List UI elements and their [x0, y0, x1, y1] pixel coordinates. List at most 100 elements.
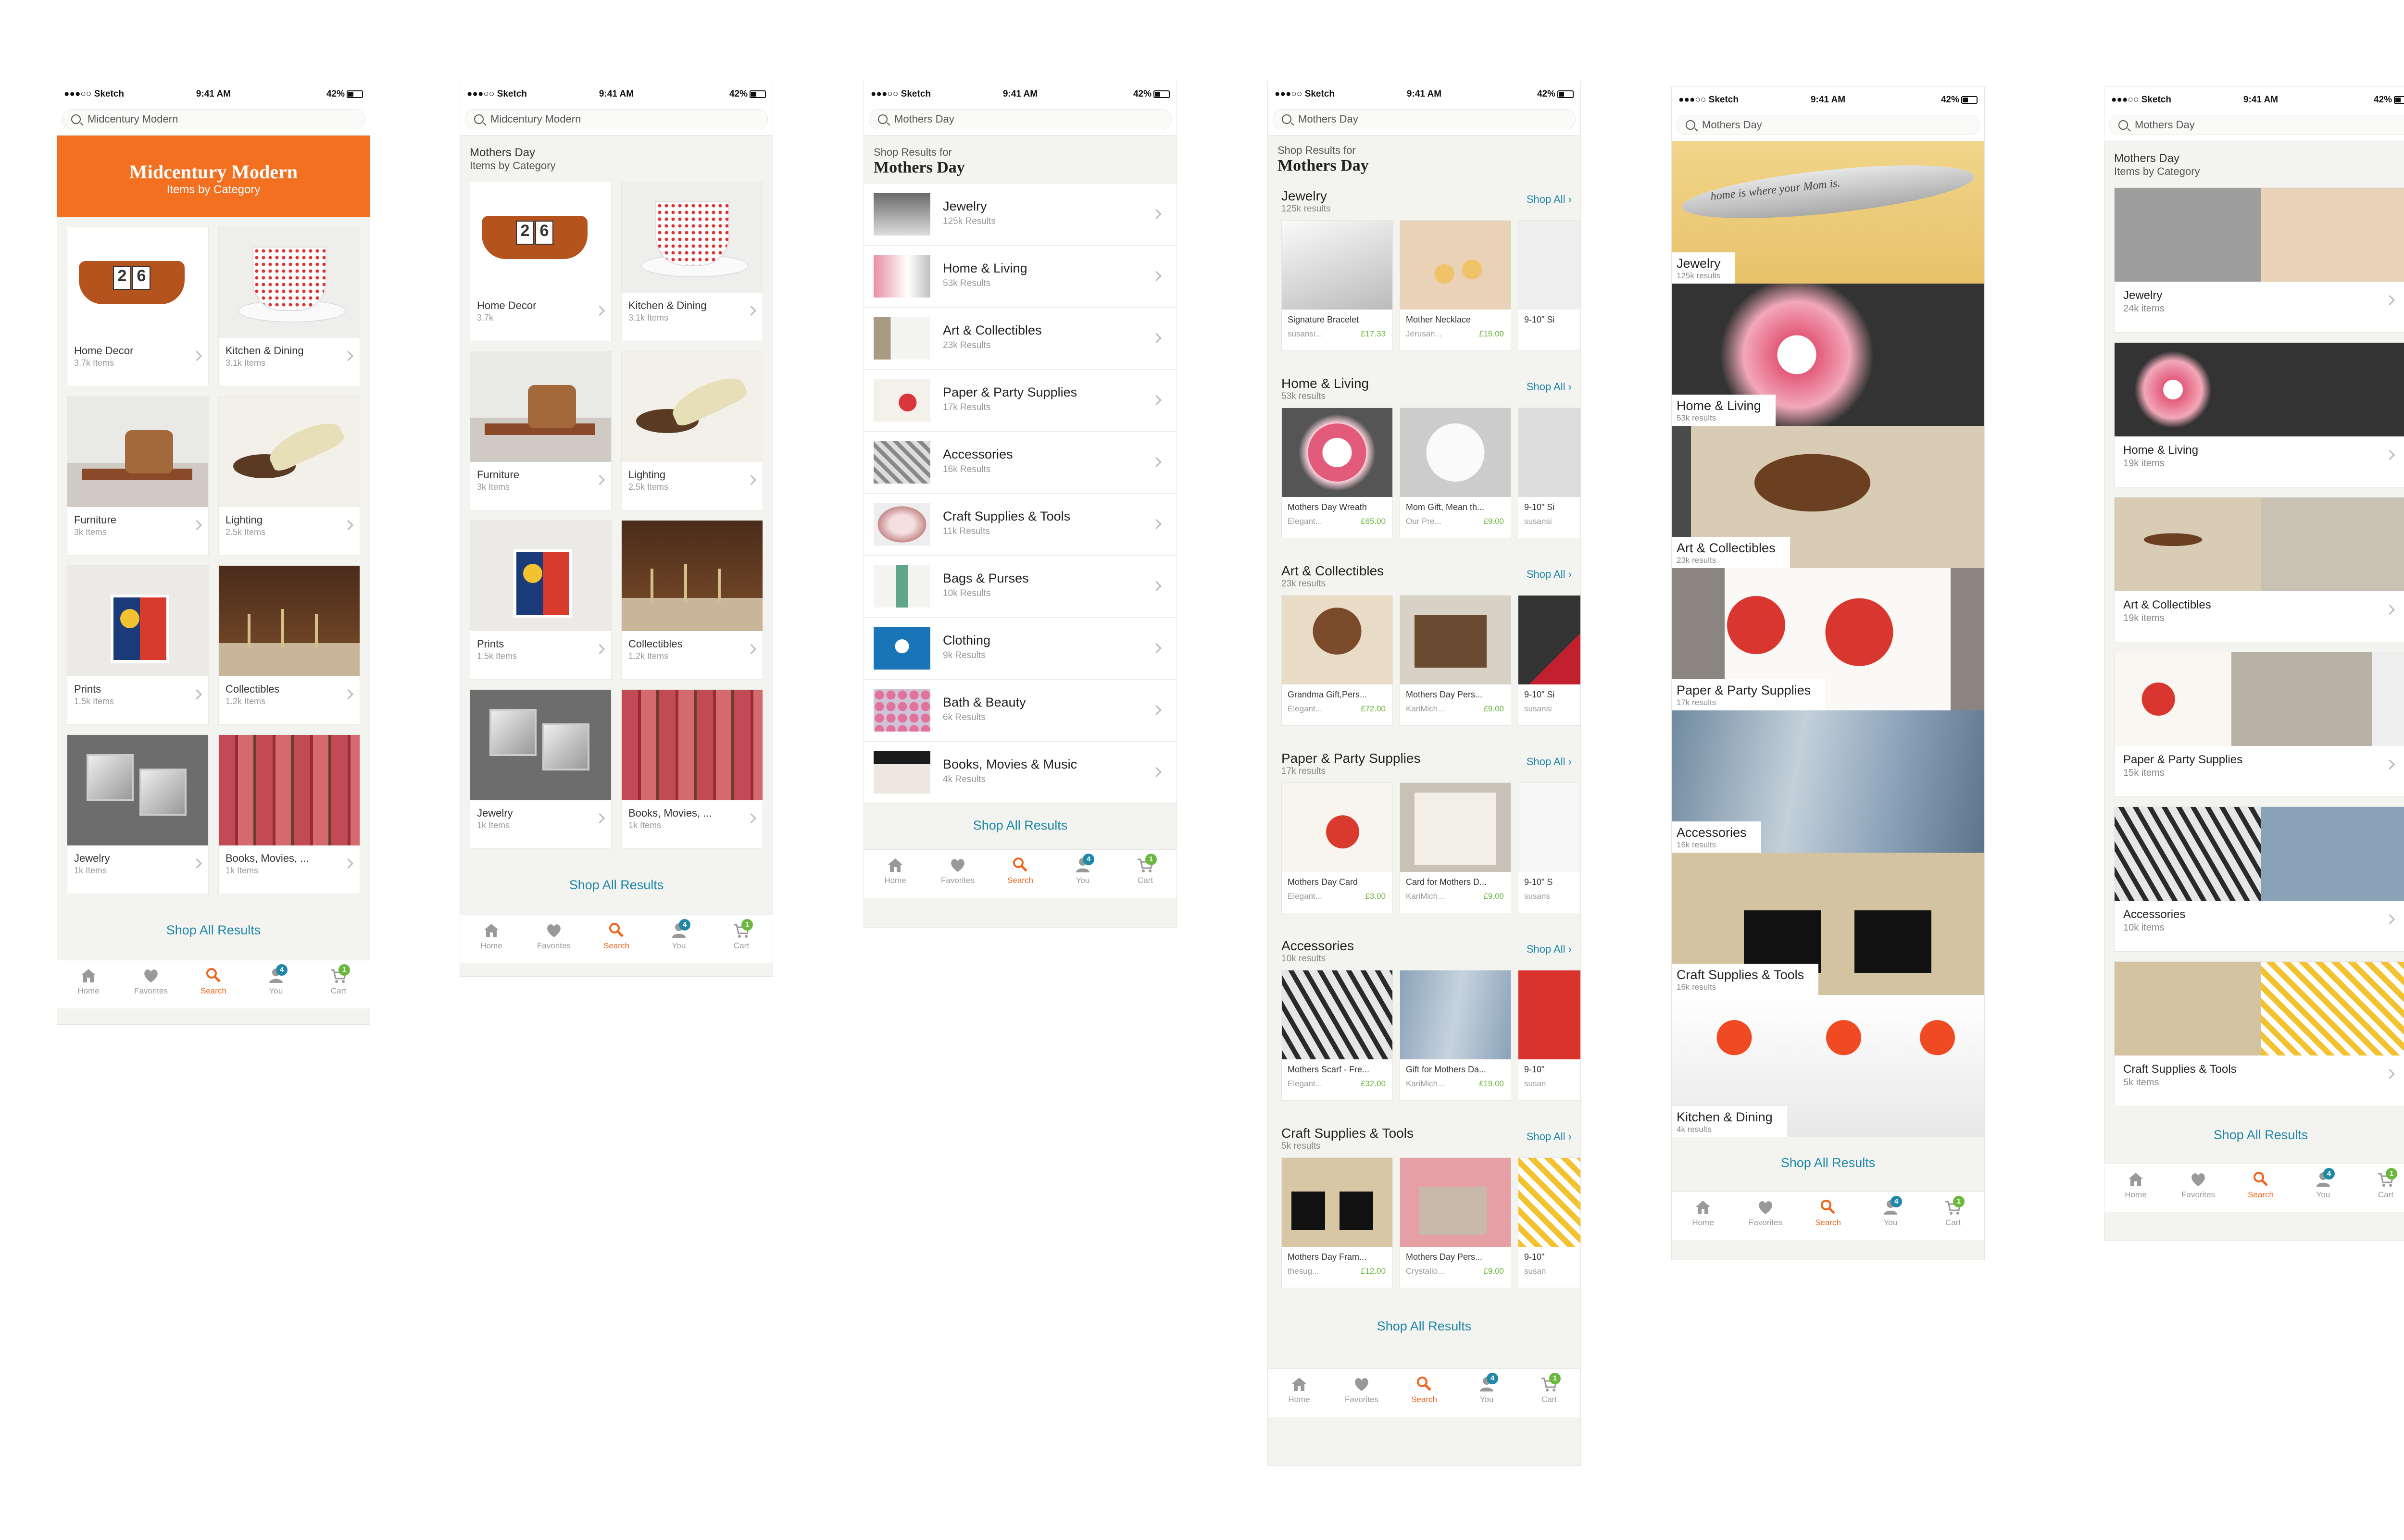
category-card[interactable]: Craft Supplies & Tools 5k items: [2114, 961, 2404, 1106]
list-item[interactable]: Accessories 16k Results: [864, 432, 1177, 494]
shop-all-link[interactable]: Shop All ›: [1527, 568, 1572, 581]
hero-category[interactable]: home is where your Mom is. Jewelry 125k re…: [1672, 141, 1984, 284]
category-card[interactable]: Lighting 2.5k Items: [218, 396, 360, 556]
category-card[interactable]: Home & Living 19k items: [2114, 342, 2404, 487]
tab-home[interactable]: Home: [460, 915, 523, 963]
category-card[interactable]: Books, Movies, ... 1k Items: [218, 734, 360, 894]
category-card[interactable]: Jewelry 1k Items: [67, 734, 209, 894]
category-card[interactable]: Prints 1.5k Items: [470, 520, 612, 680]
search-input[interactable]: Mothers Day: [1273, 109, 1576, 129]
category-card[interactable]: Art & Collectibles 19k items: [2114, 497, 2404, 642]
tab-home[interactable]: Home: [1672, 1192, 1734, 1240]
category-card[interactable]: Prints 1.5k Items: [67, 565, 209, 725]
category-card[interactable]: Furniture 3k Items: [470, 351, 612, 510]
tab-home[interactable]: Home: [1268, 1369, 1330, 1417]
product-card[interactable]: Mother Necklace Jerusan... £15.00: [1400, 220, 1511, 351]
tab-cart[interactable]: 1 Cart: [1114, 850, 1177, 898]
shop-all-link[interactable]: Shop All ›: [1527, 1130, 1572, 1143]
tab-search[interactable]: Search: [1797, 1192, 1859, 1240]
product-card[interactable]: Mothers Day Pers... KariMich... £9.00: [1400, 595, 1511, 726]
tab-you[interactable]: 4 You: [245, 960, 307, 1008]
shop-all-link[interactable]: Shop All ›: [1527, 193, 1572, 206]
tab-home[interactable]: Home: [57, 960, 120, 1008]
tab-search[interactable]: Search: [1393, 1369, 1455, 1417]
search-input[interactable]: Mothers Day: [869, 109, 1172, 129]
product-card[interactable]: Mothers Day Fram... thesug... £12.00: [1281, 1157, 1393, 1288]
hero-category[interactable]: Paper & Party Supplies 17k results: [1672, 568, 1984, 710]
category-card[interactable]: Kitchen & Dining 3.1k Items: [218, 227, 360, 386]
tab-favorites[interactable]: Favorites: [927, 850, 989, 898]
tab-you[interactable]: 4 You: [1859, 1192, 1922, 1240]
product-card[interactable]: Card for Mothers D... KariMich... £9.00: [1400, 782, 1511, 913]
shop-all-results-link[interactable]: Shop All Results: [864, 804, 1177, 849]
shop-all-results-link[interactable]: Shop All Results: [460, 858, 773, 915]
tab-favorites[interactable]: Favorites: [1330, 1369, 1393, 1417]
category-card[interactable]: Jewelry 1k Items: [470, 689, 612, 849]
hero-category[interactable]: Accessories 16k results: [1672, 710, 1984, 853]
category-card[interactable]: Lighting 2.5k Items: [621, 351, 763, 510]
category-card[interactable]: Collectibles 1.2k Items: [218, 565, 360, 725]
product-card[interactable]: Mothers Day Pers... Crystallo... £9.00: [1400, 1157, 1511, 1288]
tab-cart[interactable]: 1 Cart: [1518, 1369, 1580, 1417]
hero-category[interactable]: Kitchen & Dining 4k results: [1672, 995, 1984, 1137]
category-card[interactable]: Collectibles 1.2k Items: [621, 520, 763, 680]
product-card[interactable]: Mothers Scarf - Fre... Elegant... £32.00: [1281, 970, 1393, 1101]
category-card[interactable]: Books, Movies, ... 1k Items: [621, 689, 763, 849]
search-input[interactable]: Mothers Day: [2109, 115, 2404, 135]
tab-favorites[interactable]: Favorites: [1734, 1192, 1797, 1240]
list-item[interactable]: Books, Movies & Music 4k Results: [864, 742, 1177, 804]
list-item[interactable]: Paper & Party Supplies 17k Results: [864, 370, 1177, 432]
tab-cart[interactable]: 1 Cart: [2354, 1164, 2404, 1212]
product-card[interactable]: Signature Bracelet susansi... £17.33: [1281, 220, 1393, 351]
tab-favorites[interactable]: Favorites: [120, 960, 182, 1008]
category-card[interactable]: Accessories 10k items: [2114, 807, 2404, 952]
list-item[interactable]: Bath & Beauty 6k Results: [864, 680, 1177, 742]
category-card[interactable]: Kitchen & Dining 3.1k Items: [621, 182, 763, 341]
product-card[interactable]: 9-10" Si susansi: [1518, 595, 1580, 726]
search-input[interactable]: Midcentury Modern: [465, 109, 768, 129]
tab-cart[interactable]: 1 Cart: [1922, 1192, 1984, 1240]
tab-favorites[interactable]: Favorites: [2167, 1164, 2229, 1212]
shop-all-results-link[interactable]: Shop All Results: [57, 904, 370, 960]
category-card[interactable]: Paper & Party Supplies 15k items: [2114, 652, 2404, 797]
category-card[interactable]: 2 6 Home Decor 3.7k Items: [67, 227, 209, 386]
shop-all-link[interactable]: Shop All ›: [1527, 381, 1572, 393]
tab-search[interactable]: Search: [585, 915, 648, 963]
list-item[interactable]: Home & Living 53k Results: [864, 246, 1177, 308]
hero-category[interactable]: Craft Supplies & Tools 16k results: [1672, 853, 1984, 995]
tab-search[interactable]: Search: [2229, 1164, 2292, 1212]
shop-all-results-link[interactable]: Shop All Results: [1672, 1137, 1984, 1192]
tab-you[interactable]: 4 You: [648, 915, 710, 963]
tab-you[interactable]: 4 You: [1455, 1369, 1518, 1417]
list-item[interactable]: Craft Supplies & Tools 11k Results: [864, 494, 1177, 556]
product-card[interactable]: Mothers Day Wreath Elegant... £65.00: [1281, 408, 1393, 538]
product-card[interactable]: 9-10" susan: [1518, 970, 1580, 1101]
product-card[interactable]: Gift for Mothers Da... KariMich... £19.00: [1400, 970, 1511, 1101]
tab-cart[interactable]: 1 Cart: [307, 960, 370, 1008]
tab-home[interactable]: Home: [2104, 1164, 2167, 1212]
tab-you[interactable]: 4 You: [2292, 1164, 2354, 1212]
category-card[interactable]: Jewelry 24k items: [2114, 187, 2404, 333]
list-item[interactable]: Jewelry 125k Results: [864, 184, 1177, 246]
shop-all-link[interactable]: Shop All ›: [1527, 756, 1572, 768]
search-input[interactable]: Mothers Day: [1677, 115, 1979, 135]
hero-category[interactable]: Home & Living 53k results: [1672, 284, 1984, 426]
product-card[interactable]: Grandma Gift,Pers... Elegant... £72.00: [1281, 595, 1393, 726]
tab-you[interactable]: 4 You: [1052, 850, 1114, 898]
product-card[interactable]: Mom Gift, Mean th... Our Pre... £9.00: [1400, 408, 1511, 538]
list-item[interactable]: Clothing 9k Results: [864, 618, 1177, 680]
category-card[interactable]: 2 6 Home Decor 3.7k: [470, 182, 612, 341]
category-card[interactable]: Furniture 3k Items: [67, 396, 209, 556]
list-item[interactable]: Art & Collectibles 23k Results: [864, 308, 1177, 370]
product-card[interactable]: Mothers Day Card Elegant... £3.00: [1281, 782, 1393, 913]
shop-all-results-link[interactable]: Shop All Results: [1268, 1303, 1580, 1368]
tab-search[interactable]: Search: [989, 850, 1052, 898]
hero-category[interactable]: Art & Collectibles 23k results: [1672, 426, 1984, 568]
product-card[interactable]: 9-10" Si: [1518, 220, 1580, 351]
shop-all-results-link[interactable]: Shop All Results: [2104, 1106, 2404, 1164]
tab-home[interactable]: Home: [864, 850, 927, 898]
search-input[interactable]: Midcentury Modern: [62, 109, 365, 129]
tab-search[interactable]: Search: [182, 960, 245, 1008]
product-card[interactable]: 9-10" S susans: [1518, 782, 1580, 913]
list-item[interactable]: Bags & Purses 10k Results: [864, 556, 1177, 618]
